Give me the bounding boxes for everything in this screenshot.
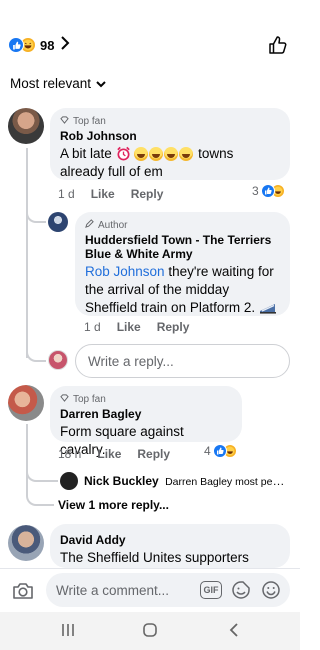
status-bar-area bbox=[0, 0, 300, 30]
author-badge: Author bbox=[85, 219, 280, 231]
timestamp: 1 d bbox=[58, 187, 75, 201]
timestamp: 1 d bbox=[84, 320, 101, 334]
home-icon[interactable] bbox=[142, 622, 158, 643]
thread-elbow bbox=[26, 462, 58, 482]
avatar-darren-bagley[interactable] bbox=[8, 385, 44, 421]
comment-text: A bit late towns already full of em bbox=[60, 146, 234, 179]
thread-elbow bbox=[26, 205, 46, 223]
comment-text: The Sheffield Unites supporters were bbox=[60, 550, 249, 565]
reply-preview-text: Darren Bagley most peopl... bbox=[165, 476, 290, 488]
reply-actions: 1 d Like Reply bbox=[84, 320, 205, 334]
avatar-rob-johnson[interactable] bbox=[8, 108, 44, 144]
avatar-nick-buckley[interactable] bbox=[60, 472, 78, 490]
recent-apps-icon[interactable] bbox=[60, 622, 76, 643]
commenter-name[interactable]: Rob Johnson bbox=[60, 129, 280, 143]
emoji-icon[interactable] bbox=[260, 579, 282, 601]
like-icon bbox=[212, 444, 227, 458]
timestamp: 18 h bbox=[58, 447, 82, 461]
like-icon bbox=[8, 37, 24, 53]
reply-bubble: Author Huddersfield Town - The Terriers … bbox=[75, 212, 290, 316]
camera-icon[interactable] bbox=[12, 581, 34, 606]
reaction-summary[interactable]: 98 bbox=[8, 35, 70, 55]
mention-link[interactable]: Rob Johnson bbox=[85, 264, 165, 279]
diamond-icon bbox=[60, 393, 69, 405]
laughing-emoji-icons bbox=[134, 147, 194, 161]
thread-elbow bbox=[26, 480, 54, 506]
comment-input[interactable]: Write a comment... GIF bbox=[46, 573, 290, 607]
like-icon bbox=[260, 184, 275, 198]
train-icon bbox=[259, 301, 277, 315]
diamond-icon bbox=[60, 115, 69, 127]
comment-actions: 18 h Like Reply bbox=[58, 447, 186, 461]
reply-preview[interactable]: Nick Buckley Darren Bagley most peopl... bbox=[84, 474, 290, 488]
like-button[interactable]: Like bbox=[91, 187, 115, 201]
pencil-icon bbox=[85, 219, 94, 231]
reply-button[interactable]: Reply bbox=[137, 447, 170, 461]
comment-bubble: Top fan Darren Bagley Form square agains… bbox=[50, 386, 242, 457]
commenter-name[interactable]: Huddersfield Town - The Terriers Blue & … bbox=[85, 233, 280, 261]
reply-button[interactable]: Reply bbox=[131, 187, 164, 201]
sort-label: Most relevant bbox=[10, 76, 92, 91]
comment-text: Rob Johnson they're waiting for the arri… bbox=[85, 263, 280, 317]
like-button[interactable]: Like bbox=[117, 320, 141, 334]
reactions-header: 98 bbox=[0, 30, 300, 60]
avatar-huddersfield-town[interactable] bbox=[48, 212, 68, 232]
top-fan-badge: Top fan bbox=[60, 115, 280, 127]
commenter-name: Nick Buckley bbox=[84, 474, 159, 488]
commenter-name[interactable]: David Addy bbox=[60, 533, 280, 547]
commenter-name[interactable]: Darren Bagley bbox=[60, 407, 232, 421]
chevron-down-icon bbox=[96, 76, 106, 91]
view-more-replies-link[interactable]: View 1 more reply... bbox=[58, 498, 169, 512]
comment-reaction-count[interactable]: 3 bbox=[252, 184, 285, 198]
system-navigation-bar bbox=[0, 612, 300, 650]
thread-line bbox=[26, 148, 28, 358]
sticker-icon[interactable] bbox=[230, 579, 252, 601]
comment-actions: 1 d Like Reply bbox=[58, 187, 179, 201]
avatar-david-addy[interactable] bbox=[8, 525, 44, 561]
thread-elbow bbox=[26, 340, 46, 362]
alarm-clock-icon bbox=[116, 146, 131, 161]
top-fan-badge: Top fan bbox=[60, 393, 232, 405]
comment-bubble: David Addy The Sheffield Unites supporte… bbox=[50, 524, 290, 568]
like-thumb-icon[interactable] bbox=[268, 35, 288, 60]
comment-composer: Write a comment... GIF bbox=[0, 568, 300, 612]
back-icon[interactable] bbox=[226, 622, 242, 643]
reply-input[interactable]: Write a reply... bbox=[75, 344, 290, 378]
gif-button[interactable]: GIF bbox=[200, 581, 222, 599]
reply-button[interactable]: Reply bbox=[157, 320, 190, 334]
chevron-right-icon bbox=[60, 35, 70, 55]
reaction-count: 98 bbox=[40, 37, 55, 53]
comment-bubble: Top fan Rob Johnson A bit late towns alr… bbox=[50, 108, 290, 180]
sort-dropdown[interactable]: Most relevant bbox=[10, 76, 106, 91]
comment-reaction-count[interactable]: 4 bbox=[204, 444, 237, 458]
like-button[interactable]: Like bbox=[97, 447, 121, 461]
avatar-current-user bbox=[48, 350, 68, 370]
